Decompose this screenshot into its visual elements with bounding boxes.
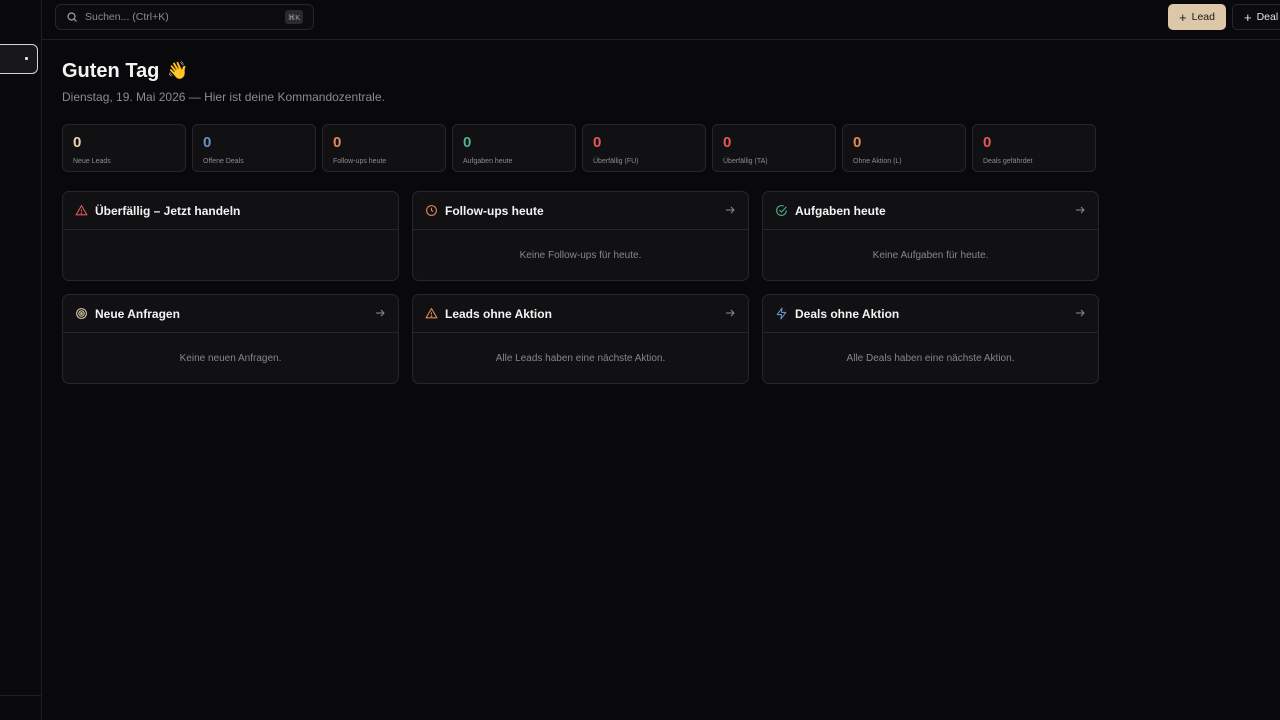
add-lead-label: Lead — [1191, 11, 1215, 23]
search-icon — [67, 12, 77, 22]
stat-label: Aufgaben heute — [463, 158, 513, 165]
dashboard: Guten Tag 👋 Dienstag, 19. Mai 2026 — Hie… — [62, 56, 1102, 384]
clock-icon — [426, 205, 437, 216]
stat-label: Neue Leads — [73, 158, 111, 165]
card-empty-text: Alle Deals haben eine nächste Aktion. — [846, 352, 1015, 364]
stat-offene-deals[interactable]: 0 Offene Deals — [192, 124, 316, 172]
card-empty-text: Keine Follow-ups für heute. — [519, 249, 642, 261]
add-deal-button[interactable]: + Deal — [1232, 4, 1280, 30]
stat-label: Offene Deals — [203, 158, 244, 165]
stat-value: 0 — [333, 134, 342, 151]
card-empty-text: Keine neuen Anfragen. — [179, 352, 282, 364]
card-aufgaben: Aufgaben heute Keine Aufgaben für heute. — [762, 191, 1099, 281]
stat-value: 0 — [593, 134, 602, 151]
plus-icon: + — [1179, 9, 1187, 25]
card-title: Follow-ups heute — [445, 203, 544, 218]
arrow-right-icon[interactable] — [374, 307, 386, 319]
arrow-right-icon[interactable] — [1074, 204, 1086, 216]
sidebar — [0, 0, 42, 720]
card-follow-ups: Follow-ups heute Keine Follow-ups für he… — [412, 191, 749, 281]
card-header[interactable]: Aufgaben heute — [763, 192, 1098, 230]
shortcut-badge: ⌘K — [285, 10, 303, 24]
stat-ohne-aktion[interactable]: 0 Ohne Aktion (L) — [842, 124, 966, 172]
arrow-right-icon[interactable] — [724, 307, 736, 319]
alert-triangle-icon — [425, 308, 438, 319]
greeting-text: Guten Tag — [62, 59, 160, 82]
card-header[interactable]: Überfällig – Jetzt handeln — [63, 192, 398, 230]
sidebar-divider — [0, 695, 41, 696]
stat-aufgaben[interactable]: 0 Aufgaben heute — [452, 124, 576, 172]
card-empty-text: Keine Aufgaben für heute. — [872, 249, 989, 261]
stat-ueberfaellig-ta[interactable]: 0 Überfällig (TA) — [712, 124, 836, 172]
stat-label: Ohne Aktion (L) — [853, 158, 902, 165]
cards-grid: Überfällig – Jetzt handeln Follow-ups he… — [62, 191, 1099, 384]
stat-value: 0 — [203, 134, 212, 151]
stat-value: 0 — [983, 134, 992, 151]
card-ueberfaellig: Überfällig – Jetzt handeln — [62, 191, 399, 281]
stat-deals-gefaehrdet[interactable]: 0 Deals gefährdet — [972, 124, 1096, 172]
stat-label: Überfällig (FU) — [593, 158, 639, 165]
page-title: Guten Tag 👋 — [62, 56, 1102, 86]
add-deal-label: Deal — [1256, 11, 1279, 23]
wave-emoji-icon: 👋 — [167, 61, 189, 80]
card-neue-anfragen: Neue Anfragen Keine neuen Anfragen. — [62, 294, 399, 384]
check-circle-icon — [776, 205, 787, 216]
alert-triangle-icon — [75, 205, 88, 216]
stat-ueberfaellig-fu[interactable]: 0 Überfällig (FU) — [582, 124, 706, 172]
card-deals-ohne-aktion: Deals ohne Aktion Alle Deals haben eine … — [762, 294, 1099, 384]
page-subtitle: Dienstag, 19. Mai 2026 — Hier ist deine … — [62, 90, 385, 104]
stat-value: 0 — [73, 134, 82, 151]
card-header[interactable]: Deals ohne Aktion — [763, 295, 1098, 333]
zap-icon — [776, 307, 787, 320]
stat-label: Deals gefährdet — [983, 158, 1033, 165]
card-title: Leads ohne Aktion — [445, 306, 552, 321]
card-empty-text — [63, 230, 398, 280]
card-title: Neue Anfragen — [95, 306, 180, 321]
add-lead-button[interactable]: + Lead — [1168, 4, 1226, 30]
stat-label: Überfällig (TA) — [723, 158, 768, 165]
card-title: Deals ohne Aktion — [795, 306, 900, 321]
card-leads-ohne-aktion: Leads ohne Aktion Alle Leads haben eine … — [412, 294, 749, 384]
arrow-right-icon[interactable] — [724, 204, 736, 216]
card-header[interactable]: Neue Anfragen — [63, 295, 398, 333]
top-bar: Suchen... (Ctrl+K) ⌘K + Lead + Deal — [42, 0, 1280, 40]
stat-neue-leads[interactable]: 0 Neue Leads — [62, 124, 186, 172]
dot-icon — [25, 57, 28, 60]
plus-icon: + — [1244, 9, 1252, 25]
stat-value: 0 — [853, 134, 862, 151]
card-title: Überfällig – Jetzt handeln — [95, 203, 241, 218]
card-header[interactable]: Leads ohne Aktion — [413, 295, 748, 333]
card-empty-text: Alle Leads haben eine nächste Aktion. — [495, 352, 666, 364]
stat-value: 0 — [723, 134, 732, 151]
stat-value: 0 — [463, 134, 472, 151]
stats-row: 0 Neue Leads 0 Offene Deals 0 Follow-ups he… — [62, 124, 1096, 172]
stat-follow-ups[interactable]: 0 Follow-ups heute — [322, 124, 446, 172]
search-placeholder: Suchen... (Ctrl+K) — [85, 11, 169, 23]
card-header[interactable]: Follow-ups heute — [413, 192, 748, 230]
search-input[interactable]: Suchen... (Ctrl+K) ⌘K — [55, 4, 314, 30]
stat-label: Follow-ups heute — [333, 158, 387, 165]
card-title: Aufgaben heute — [795, 203, 886, 218]
sidebar-active-item[interactable] — [0, 44, 38, 74]
target-icon — [76, 308, 87, 319]
arrow-right-icon[interactable] — [1074, 307, 1086, 319]
